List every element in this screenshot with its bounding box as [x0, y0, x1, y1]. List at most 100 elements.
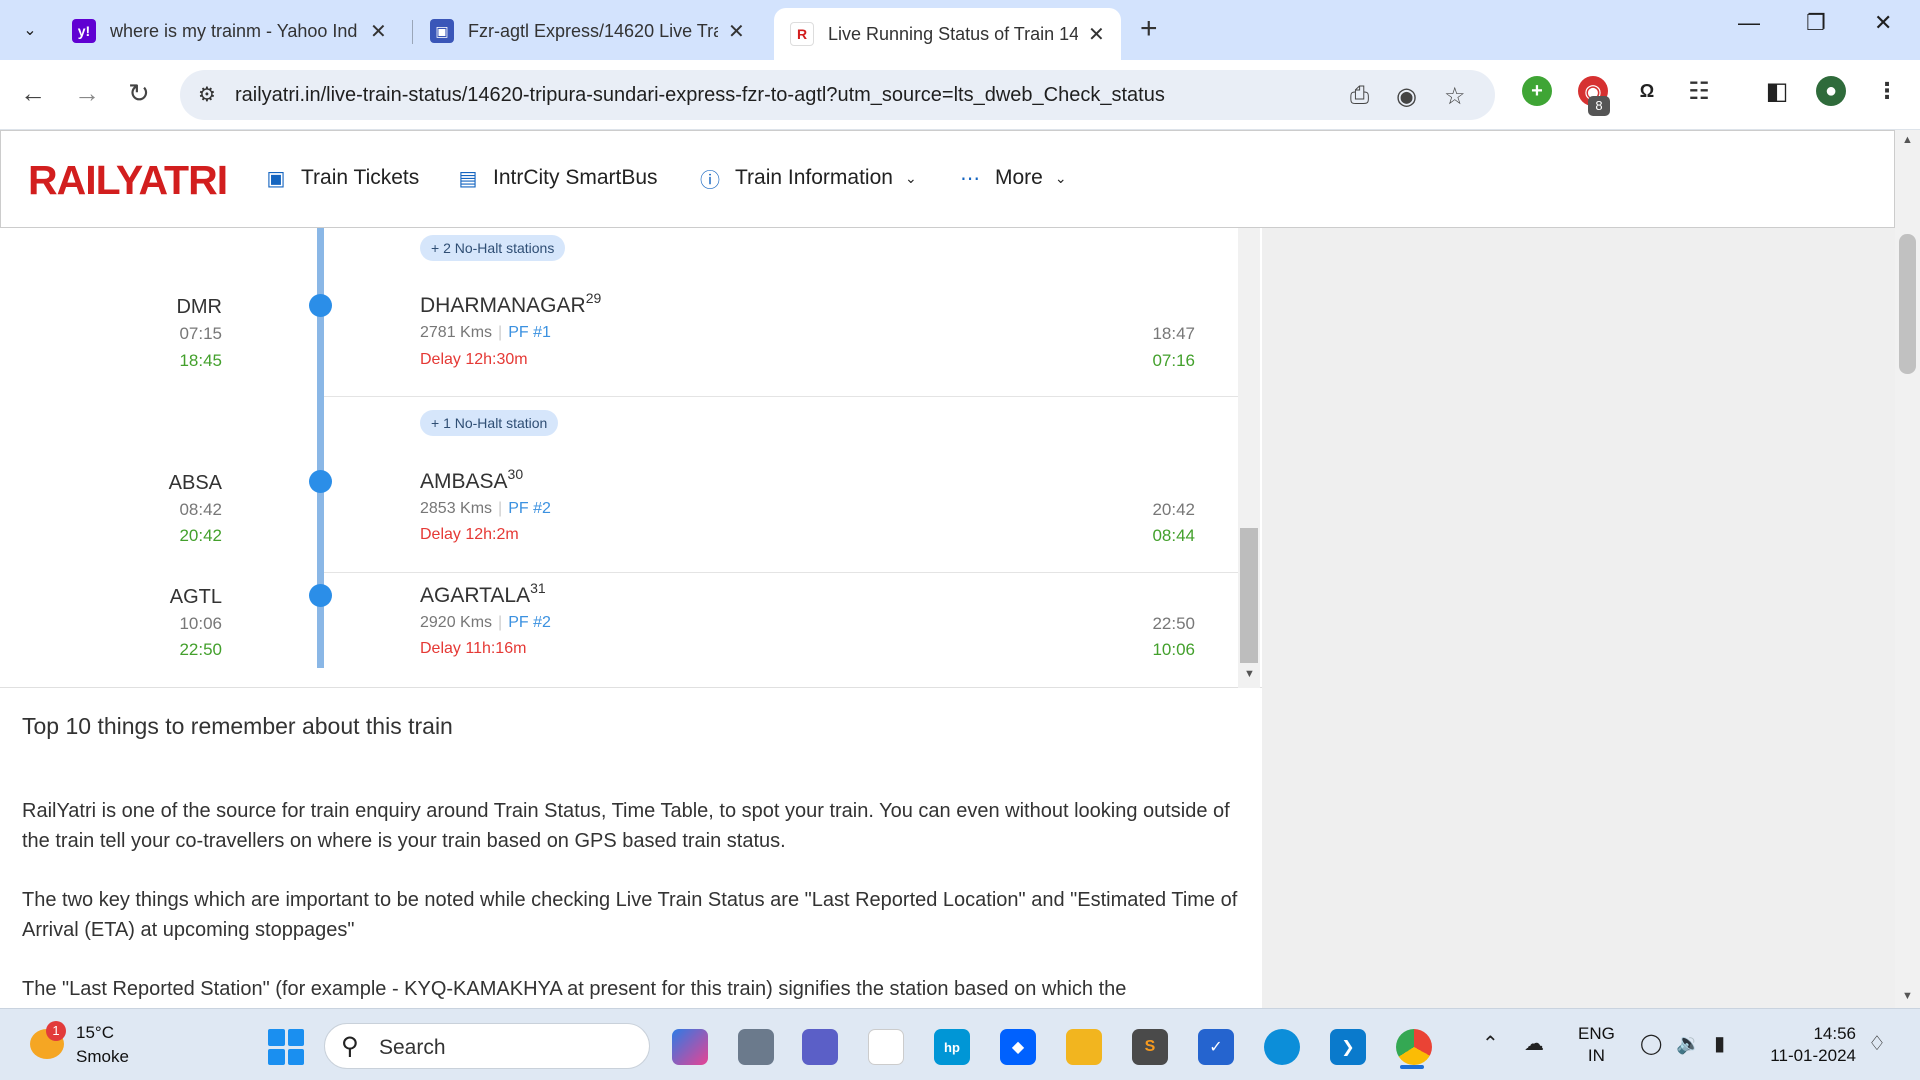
scroll-up-icon[interactable]: ▲ — [1902, 134, 1913, 146]
bookmark-star-icon[interactable]: ☆ — [1444, 82, 1466, 111]
yahoo-icon: y! — [72, 19, 96, 43]
close-icon[interactable]: ✕ — [728, 19, 745, 44]
railyatri-logo[interactable]: RAILYATRI — [28, 157, 228, 204]
add-extension-icon[interactable]: + — [1522, 76, 1552, 106]
no-halt-badge[interactable]: + 2 No-Halt stations — [420, 235, 566, 261]
menu-kebab-icon[interactable]: ⋮ — [1872, 76, 1902, 106]
station-code: AGTL — [169, 586, 222, 608]
site-info-icon[interactable]: ⚙ — [198, 82, 216, 107]
scroll-down-icon[interactable]: ▼ — [1902, 990, 1913, 1002]
task-view-icon[interactable] — [738, 1029, 774, 1065]
todo-icon[interactable]: ✓ — [1198, 1029, 1234, 1065]
station-dot — [309, 584, 332, 607]
chevron-up-icon[interactable]: ⌃ — [1482, 1031, 1499, 1056]
timeline-scrollbar[interactable]: ▼ — [1238, 228, 1260, 688]
copilot-icon[interactable] — [672, 1029, 708, 1065]
nav-label: More — [995, 166, 1043, 189]
actual-time: 22:50 — [179, 640, 222, 659]
search-label: Search — [379, 1036, 446, 1059]
chrome-icon[interactable] — [1396, 1029, 1432, 1065]
delay-text: Delay 12h:30m — [420, 351, 528, 368]
restore-icon[interactable]: ❐ — [1806, 10, 1826, 36]
chevron-down-icon: ⌄ — [1054, 169, 1067, 186]
address-bar[interactable]: ⚙ ⎙ ◉ ☆ — [180, 70, 1495, 120]
tab-yahoo[interactable]: y! where is my trainm - Yahoo Ind ✕ — [56, 8, 403, 54]
onedrive-icon[interactable]: ☁ — [1524, 1031, 1544, 1056]
station-code: DMR — [176, 296, 222, 318]
site-header: RAILYATRI ▣ Train Tickets ▤ IntrCity Sma… — [0, 130, 1895, 228]
delay-text: Delay 12h:2m — [420, 526, 519, 543]
clock-date: 11-01-2024 — [1770, 1046, 1856, 1065]
active-app-indicator — [1400, 1065, 1424, 1069]
language-indicator[interactable]: ENG IN — [1578, 1023, 1615, 1067]
dropbox-icon[interactable]: ◆ — [1000, 1029, 1036, 1065]
distance: 2920 Kms — [420, 614, 493, 631]
station-name[interactable]: AMBASA30 — [420, 466, 523, 494]
nav-train-information[interactable]: ⓘ Train Information ⌄ — [697, 165, 917, 192]
tab-fzr-agtl[interactable]: ▣ Fzr-agtl Express/14620 Live Trai ✕ — [414, 8, 761, 54]
microsoft-store-icon[interactable] — [868, 1029, 904, 1065]
minimize-icon[interactable]: — — [1738, 10, 1760, 36]
tab-title: Fzr-agtl Express/14620 Live Trai — [468, 20, 718, 41]
scheduled-time: 10:06 — [179, 614, 222, 633]
vscode-icon[interactable]: ❯ — [1330, 1029, 1366, 1065]
network-icon[interactable]: ◯ — [1640, 1031, 1662, 1056]
side-panel-icon[interactable]: ◧ — [1762, 76, 1792, 106]
bus-icon: ▤ — [458, 167, 478, 190]
forward-icon[interactable]: → — [74, 78, 100, 109]
scheduled-time: 08:42 — [179, 500, 222, 519]
delay-text: Delay 11h:16m — [420, 640, 527, 657]
nav-more[interactable]: ⋯ More ⌄ — [957, 165, 1067, 191]
nav-label: Train Tickets — [301, 166, 420, 189]
system-clock[interactable]: 14:56 11-01-2024 — [1760, 1023, 1856, 1067]
close-icon[interactable]: ✕ — [370, 19, 387, 44]
weather-temp[interactable]: 15°C — [76, 1023, 114, 1043]
page-scrollbar[interactable]: ▲ ▼ — [1895, 130, 1920, 1008]
distance: 2853 Kms — [420, 500, 493, 517]
window-close-icon[interactable]: ✕ — [1874, 10, 1892, 36]
scroll-down-icon[interactable]: ▼ — [1244, 668, 1255, 680]
extensions-puzzle-icon[interactable]: ☷ — [1684, 76, 1714, 106]
sublime-text-icon[interactable]: S — [1132, 1029, 1168, 1065]
right-sidebar — [1262, 228, 1895, 1008]
train-icon: ▣ — [430, 19, 454, 43]
nav-intrcity-smartbus[interactable]: ▤ IntrCity SmartBus — [455, 165, 658, 191]
tab-title: Live Running Status of Train 146 — [828, 23, 1078, 44]
omega-extension-icon[interactable]: Ω — [1632, 76, 1662, 106]
no-halt-badge[interactable]: + 1 No-Halt station — [420, 410, 559, 436]
teams-chat-icon[interactable] — [802, 1029, 838, 1065]
file-explorer-icon[interactable] — [1066, 1029, 1102, 1065]
clock-time: 14:56 — [1813, 1024, 1856, 1043]
close-icon[interactable]: ✕ — [1088, 22, 1105, 47]
tab-search-button[interactable]: ⌄ — [10, 10, 50, 50]
reload-icon[interactable]: ↻ — [128, 78, 150, 109]
weather-badge: 1 — [46, 1021, 66, 1041]
profile-avatar[interactable]: ● — [1816, 76, 1846, 106]
station-name[interactable]: AGARTALA31 — [420, 580, 546, 608]
article-paragraph: The two key things which are important t… — [22, 889, 1238, 941]
eye-off-icon[interactable]: ◉ — [1396, 82, 1417, 111]
station-name[interactable]: DHARMANAGAR29 — [420, 290, 601, 318]
row-divider — [324, 572, 1238, 573]
nav-train-tickets[interactable]: ▣ Train Tickets — [263, 165, 420, 191]
install-app-icon[interactable]: ⎙ — [1350, 82, 1369, 110]
railyatri-icon: R — [790, 22, 814, 46]
weather-desc[interactable]: Smoke — [76, 1047, 129, 1067]
page-scrollbar-thumb[interactable] — [1899, 234, 1916, 374]
volume-icon[interactable]: 🔉 — [1676, 1031, 1701, 1056]
url-input[interactable] — [235, 78, 1235, 112]
taskbar-search[interactable]: ⚲ Search — [324, 1023, 650, 1069]
battery-icon[interactable]: ▮ — [1714, 1031, 1725, 1056]
timeline-scrollbar-thumb[interactable] — [1240, 528, 1258, 663]
new-tab-button[interactable]: + — [1140, 12, 1158, 46]
extension-badge: 8 — [1588, 96, 1610, 116]
tab-live-status[interactable]: R Live Running Status of Train 146 ✕ — [774, 8, 1121, 60]
edge-icon[interactable] — [1264, 1029, 1300, 1065]
start-button[interactable] — [268, 1029, 304, 1065]
station-timeline: + 2 No-Halt stations DMR 07:15 18:45 DHA… — [0, 228, 1262, 688]
station-meta: 2781 Kms | PF #1 — [420, 324, 551, 341]
notification-bell-icon[interactable]: ♢ — [1868, 1031, 1886, 1056]
station-dot — [309, 470, 332, 493]
myhp-icon[interactable]: hp — [934, 1029, 970, 1065]
back-icon[interactable]: ← — [20, 78, 46, 109]
